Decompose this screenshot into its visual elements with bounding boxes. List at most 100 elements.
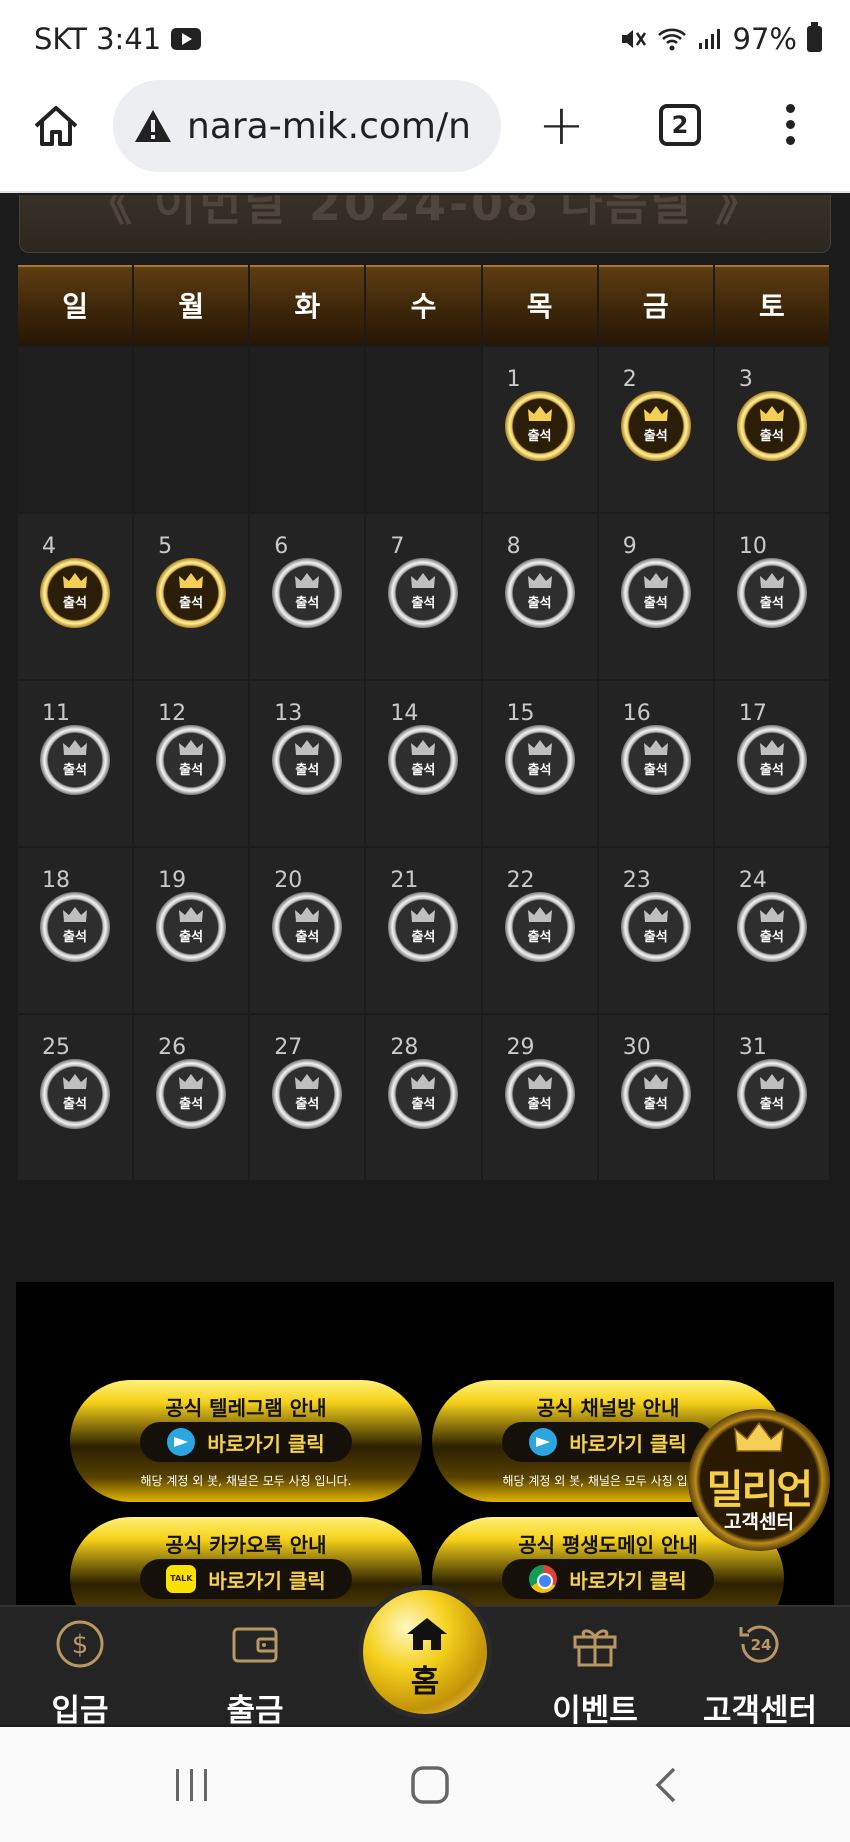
go-link-button[interactable]: 바로가기 클릭 — [140, 1422, 352, 1462]
battery-percent: 97% — [732, 22, 797, 56]
day-number: 25 — [42, 1035, 70, 1060]
calendar-day-cell[interactable]: 19 출석 — [134, 848, 249, 1013]
attendance-stamp-silver: 출석 — [40, 892, 110, 962]
stamp-label: 출석 — [63, 930, 87, 945]
stamp-label: 출석 — [759, 1097, 784, 1112]
attendance-stamp-gold: 출석 — [40, 558, 110, 628]
wifi-icon — [657, 28, 686, 51]
go-link-button[interactable]: 바로가기 클릭 — [502, 1422, 714, 1462]
calendar-week-row: 11 출석 12 출석 13 출석 14 출석 15 출석 16 출석 17 출석 — [18, 681, 831, 848]
home-circle-icon[interactable] — [410, 1765, 450, 1805]
day-number: 17 — [738, 701, 767, 726]
crown-icon — [643, 907, 668, 922]
attendance-stamp-silver: 출석 — [388, 725, 459, 795]
attendance-stamp-silver: 출석 — [40, 1059, 110, 1129]
home-icon[interactable] — [30, 100, 82, 152]
tab-count-button[interactable]: 2 — [659, 104, 701, 146]
calendar-day-cell[interactable]: 8 출석 — [482, 514, 597, 679]
attendance-stamp-gold: 출석 — [620, 391, 691, 461]
day-number: 10 — [738, 534, 767, 559]
youtube-icon — [171, 28, 202, 50]
home-icon — [407, 1618, 447, 1650]
calendar-day-cell[interactable]: 24 출석 — [714, 848, 829, 1013]
svg-text:24: 24 — [751, 1636, 772, 1654]
calendar-day-cell[interactable]: 27 출석 — [250, 1015, 365, 1180]
go-link-button[interactable]: 바로가기 클릭 — [502, 1559, 714, 1599]
calendar-day-cell[interactable]: 23 출석 — [598, 848, 713, 1013]
attendance-calendar: 1 출석 2 출석 3 출석 4 출석 5 출석 6 출석 7 출석 8 출석 9 출석 10 출석 11 출석 12 출석 1… — [18, 347, 831, 1182]
calendar-day-cell[interactable]: 2 출석 — [598, 347, 713, 512]
calendar-day-cell[interactable]: 22 출석 — [482, 848, 597, 1013]
day-number: 28 — [390, 1035, 419, 1060]
support-label: 고객센터 — [724, 1511, 794, 1533]
dollar-coin-icon: $ — [56, 1620, 104, 1668]
month-header-text[interactable]: 《 이번달 2024-08 다음달 》 — [20, 195, 830, 234]
chrome-icon — [529, 1565, 558, 1593]
kakaotalk-banner[interactable]: 공식 카카오톡 안내 TALK 바로가기 클릭 — [70, 1517, 422, 1605]
stamp-label: 출석 — [643, 1097, 668, 1112]
calendar-day-cell[interactable]: 6 출석 — [250, 514, 365, 679]
address-bar[interactable]: nara-mik.com/n — [113, 80, 501, 172]
attendance-stamp-silver: 출석 — [156, 725, 227, 795]
more-menu-icon[interactable] — [786, 104, 796, 148]
attendance-stamp-silver: 출석 — [388, 892, 459, 962]
stamp-label: 출석 — [295, 930, 320, 945]
nav-event[interactable]: 이벤트 — [525, 1607, 665, 1729]
gift-icon — [573, 1629, 617, 1667]
go-link-button[interactable]: TALK 바로가기 클릭 — [140, 1559, 352, 1599]
back-icon[interactable] — [652, 1765, 682, 1805]
day-number: 2 — [622, 367, 637, 392]
day-number: 3 — [738, 367, 753, 392]
attendance-stamp-silver: 출석 — [272, 725, 343, 795]
calendar-day-cell[interactable]: 5 출석 — [134, 514, 249, 679]
stamp-label: 출석 — [643, 429, 668, 444]
stamp-label: 출석 — [759, 763, 784, 778]
calendar-day-cell[interactable]: 21 출석 — [366, 848, 481, 1013]
weekday-label: 토 — [714, 265, 829, 345]
calendar-day-cell[interactable]: 17 출석 — [714, 681, 829, 846]
calendar-day-cell[interactable]: 26 출석 — [134, 1015, 249, 1180]
calendar-day-cell[interactable]: 31 출석 — [714, 1015, 829, 1180]
home-button[interactable]: 홈 — [358, 1585, 492, 1719]
wallet-icon — [232, 1627, 278, 1663]
calendar-day-cell[interactable]: 16 출석 — [598, 681, 713, 846]
telegram-banner[interactable]: 공식 텔레그램 안내 바로가기 클릭 해당 계정 외 봇, 채널은 모두 사칭 … — [70, 1380, 422, 1502]
calendar-day-cell[interactable]: 12 출석 — [134, 681, 249, 846]
nav-withdraw[interactable]: 출금 — [185, 1607, 325, 1729]
crown-icon — [411, 740, 436, 755]
calendar-day-cell[interactable]: 14 출석 — [366, 681, 481, 846]
calendar-day-cell[interactable]: 7 출석 — [366, 514, 481, 679]
stamp-label: 출석 — [527, 930, 552, 945]
attendance-stamp-silver: 출석 — [620, 1059, 691, 1129]
calendar-day-cell[interactable]: 18 출석 — [18, 848, 133, 1013]
calendar-day-cell[interactable]: 9 출석 — [598, 514, 713, 679]
day-number: 23 — [622, 868, 651, 893]
day-number: 16 — [622, 701, 651, 726]
attendance-stamp-silver: 출석 — [388, 558, 459, 628]
warning-icon[interactable] — [133, 108, 173, 144]
calendar-day-cell[interactable]: 3 출석 — [714, 347, 829, 512]
calendar-day-cell[interactable]: 4 출석 — [18, 514, 133, 679]
stamp-label: 출석 — [295, 596, 320, 611]
crown-icon — [411, 1074, 436, 1089]
calendar-day-cell[interactable]: 15 출석 — [482, 681, 597, 846]
nav-deposit[interactable]: $ 입금 — [10, 1607, 150, 1729]
calendar-day-cell[interactable]: 11 출석 — [18, 681, 133, 846]
nav-support[interactable]: 24 고객센터 — [690, 1607, 830, 1729]
calendar-day-cell[interactable]: 10 출석 — [714, 514, 829, 679]
crown-icon — [759, 740, 784, 755]
banner-note: 해당 계정 외 봇, 채널은 모두 사칭 입니다. — [140, 1474, 352, 1488]
calendar-day-cell[interactable]: 25 출석 — [18, 1015, 133, 1180]
crown-icon — [643, 740, 668, 755]
support-center-badge[interactable]: 밀리언 고객센터 — [688, 1409, 830, 1551]
day-number: 29 — [506, 1035, 535, 1060]
calendar-day-cell[interactable]: 20 출석 — [250, 848, 365, 1013]
calendar-day-cell[interactable]: 28 출석 — [366, 1015, 481, 1180]
calendar-day-cell[interactable]: 29 출석 — [482, 1015, 597, 1180]
recent-apps-icon[interactable] — [172, 1767, 212, 1803]
calendar-day-cell[interactable]: 13 출석 — [250, 681, 365, 846]
crown-icon — [63, 740, 87, 755]
calendar-day-cell[interactable]: 30 출석 — [598, 1015, 713, 1180]
new-tab-button[interactable]: + — [538, 98, 585, 154]
calendar-day-cell[interactable]: 1 출석 — [482, 347, 597, 512]
